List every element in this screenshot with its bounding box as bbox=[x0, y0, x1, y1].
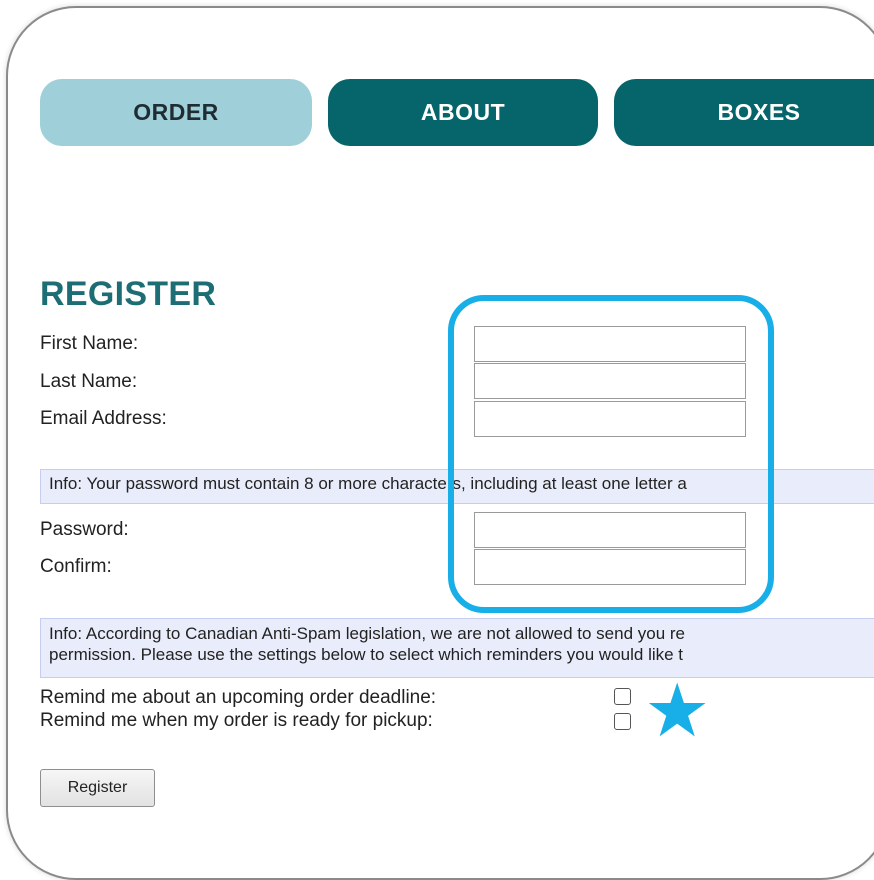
spam-info-box: Info: According to Canadian Anti-Spam le… bbox=[40, 618, 874, 678]
remind-pickup-label: Remind me when my order is ready for pic… bbox=[40, 710, 433, 731]
page-title: REGISTER bbox=[40, 275, 217, 313]
password-label: Password: bbox=[40, 519, 129, 540]
input-highlight-outline bbox=[448, 295, 774, 613]
first-name-label: First Name: bbox=[40, 333, 139, 354]
email-label: Email Address: bbox=[40, 408, 167, 429]
star-icon: ★ bbox=[644, 669, 711, 752]
tab-about-label: ABOUT bbox=[420, 99, 506, 125]
tab-order-label: ORDER bbox=[133, 99, 219, 125]
remind-deadline-label: Remind me about an upcoming order deadli… bbox=[40, 687, 437, 708]
spam-info-line-2: permission. Please use the settings belo… bbox=[49, 645, 684, 664]
remind-deadline-checkbox[interactable] bbox=[614, 688, 631, 705]
spam-info-line-1: Info: According to Canadian Anti-Spam le… bbox=[49, 624, 685, 643]
register-button-label: Register bbox=[67, 779, 128, 796]
tab-boxes[interactable]: BOXES bbox=[614, 79, 874, 146]
tab-boxes-label: BOXES bbox=[717, 99, 801, 125]
screenshot-frame: ORDER ABOUT BOXES REGISTER First Name: L… bbox=[6, 6, 874, 880]
last-name-label: Last Name: bbox=[40, 371, 138, 392]
register-button[interactable]: Register bbox=[40, 769, 155, 807]
confirm-label: Confirm: bbox=[40, 556, 112, 577]
remind-pickup-checkbox[interactable] bbox=[614, 713, 631, 730]
tab-about[interactable]: ABOUT bbox=[328, 79, 598, 146]
tab-order[interactable]: ORDER bbox=[40, 79, 312, 146]
